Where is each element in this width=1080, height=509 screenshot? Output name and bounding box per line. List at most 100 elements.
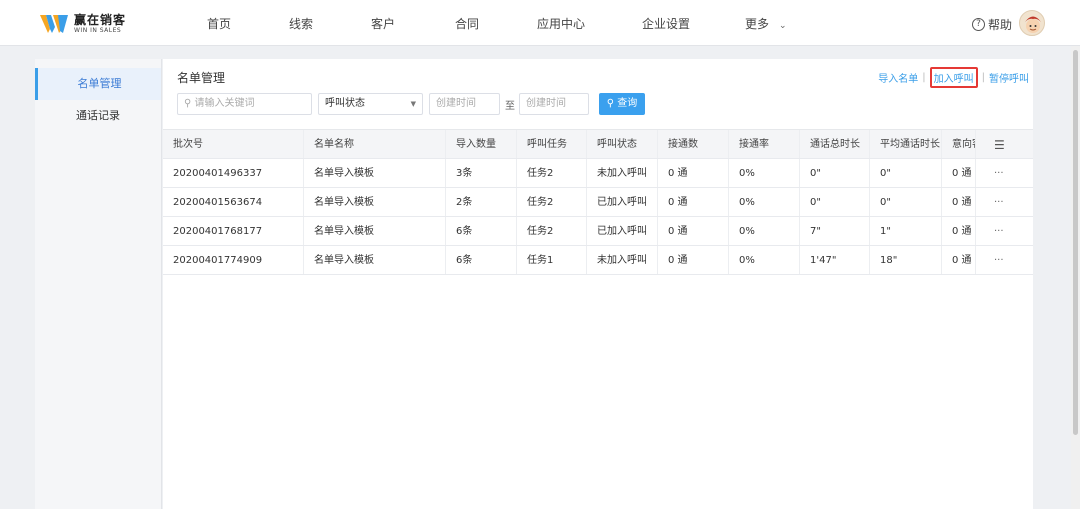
cell-avg-duration: 0" [870,159,942,187]
nav-more-label: 更多 [745,17,770,31]
cell-list-name: 名单导入模板 [304,188,446,216]
cell-batch-no: 20200401563674 [163,188,304,216]
cell-avg-duration: 0" [870,188,942,216]
cell-intent: 0 通 [942,188,976,216]
cell-import-count: 6条 [446,246,517,274]
row-more-button[interactable]: ··· [976,159,1033,187]
col-connect-rate[interactable]: 接通率 [729,130,800,158]
col-call-task[interactable]: 呼叫任务 [517,130,587,158]
cell-batch-no: 20200401768177 [163,217,304,245]
question-icon: ? [972,18,985,31]
cell-connect-rate: 0% [729,246,800,274]
cell-call-task: 任务2 [517,188,587,216]
page-title: 名单管理 [177,71,226,85]
cell-call-status: 未加入呼叫 [587,246,658,274]
cell-total-duration: 0" [800,159,870,187]
cell-call-task: 任务2 [517,159,587,187]
cell-connected: 0 通 [658,217,729,245]
col-call-status[interactable]: 呼叫状态 [587,130,658,158]
table-row[interactable]: 20200401563674 名单导入模板 2条 任务2 已加入呼叫 0 通 0% 0" 0" 0… [163,188,1033,217]
help-label: 帮助 [988,18,1013,32]
col-import-count[interactable]: 导入数量 [446,130,517,158]
call-status-select[interactable]: 呼叫状态 ▼ [318,93,423,115]
col-avg-duration[interactable]: 平均通话时长 [870,130,942,158]
pause-call-link[interactable]: 暂停呼叫 [989,70,1029,85]
cell-intent: 0 通 [942,217,976,245]
call-status-value: 呼叫状态 [325,98,365,109]
cell-list-name: 名单导入模板 [304,217,446,245]
row-more-button[interactable]: ··· [976,217,1033,245]
more-icon: ··· [994,197,1004,208]
nav-leads[interactable]: 线索 [289,15,313,32]
start-date-input[interactable]: 创建时间 [429,93,500,115]
nav-enterprise-settings[interactable]: 企业设置 [642,15,690,32]
col-batch-no[interactable]: 批次号 [163,130,304,158]
sidebar-item-call-records[interactable]: 通话记录 [35,100,161,132]
nav-contracts[interactable]: 合同 [455,15,479,32]
end-date-placeholder: 创建时间 [526,98,566,109]
column-settings-button[interactable]: ☰ [976,130,1033,158]
sidebar-item-list-management[interactable]: 名单管理 [35,68,161,100]
nav-customers[interactable]: 客户 [371,15,395,32]
row-more-button[interactable]: ··· [976,246,1033,274]
start-date-placeholder: 创建时间 [436,98,476,109]
nav-app-center[interactable]: 应用中心 [537,15,585,32]
cell-connected: 0 通 [658,188,729,216]
main-panel: 名单管理 导入名单 | 加入呼叫 | 暂停呼叫 ⚲ 请输入关键词 呼叫状态 ▼ … [163,59,1033,509]
cell-connect-rate: 0% [729,159,800,187]
keyword-search-input[interactable]: ⚲ 请输入关键词 [177,93,312,115]
action-divider: | [922,72,926,83]
action-divider: | [981,72,985,83]
cell-total-duration: 0" [800,188,870,216]
table-header-row: 批次号 名单名称 导入数量 呼叫任务 呼叫状态 接通数 接通率 通话总时长 平均… [163,129,1033,159]
cell-avg-duration: 18" [870,246,942,274]
search-icon: ⚲ [606,98,615,109]
brand-tagline: WIN IN SALES [74,27,122,34]
date-range-separator: 至 [505,101,515,112]
top-bar: 赢在销客 WIN IN SALES 首页 线索 客户 合同 应用中心 企业设置 … [0,0,1080,46]
row-more-button[interactable]: ··· [976,188,1033,216]
header-actions: 导入名单 | 加入呼叫 | 暂停呼叫 [878,67,1029,88]
cell-total-duration: 1'47" [800,246,870,274]
table-row[interactable]: 20200401768177 名单导入模板 6条 任务2 已加入呼叫 0 通 0% 7" 1" 0… [163,217,1033,246]
help-link[interactable]: ? 帮助 [972,16,1012,33]
logo-w-icon [40,13,70,35]
cell-connected: 0 通 [658,159,729,187]
table-row[interactable]: 20200401774909 名单导入模板 6条 任务1 未加入呼叫 0 通 0% 1'47"… [163,246,1033,275]
cell-intent: 0 通 [942,159,976,187]
chevron-down-icon: ⌄ [779,21,787,31]
query-button[interactable]: ⚲ 查询 [599,93,645,115]
cell-call-status: 已加入呼叫 [587,188,658,216]
list-icon: ☰ [994,138,1005,152]
cell-avg-duration: 1" [870,217,942,245]
keyword-placeholder: 请输入关键词 [194,98,255,109]
col-total-duration[interactable]: 通话总时长 [800,130,870,158]
cell-call-status: 未加入呼叫 [587,159,658,187]
col-connected[interactable]: 接通数 [658,130,729,158]
brand-logo[interactable]: 赢在销客 WIN IN SALES [40,12,126,36]
cell-batch-no: 20200401774909 [163,246,304,274]
avatar[interactable] [1019,10,1045,36]
cell-intent: 0 通 [942,246,976,274]
table-row[interactable]: 20200401496337 名单导入模板 3条 任务2 未加入呼叫 0 通 0% 0" 0" 0… [163,159,1033,188]
col-intent[interactable]: 意向客 [942,130,976,158]
query-button-label: 查询 [617,98,638,109]
cell-connected: 0 通 [658,246,729,274]
cell-list-name: 名单导入模板 [304,159,446,187]
import-list-link[interactable]: 导入名单 [878,70,918,85]
col-list-name[interactable]: 名单名称 [304,130,446,158]
caret-down-icon: ▼ [410,100,416,108]
page-scrollbar-thumb[interactable] [1073,50,1078,435]
cell-call-task: 任务1 [517,246,587,274]
more-icon: ··· [994,226,1004,237]
list-table: 批次号 名单名称 导入数量 呼叫任务 呼叫状态 接通数 接通率 通话总时长 平均… [163,129,1033,275]
end-date-input[interactable]: 创建时间 [519,93,589,115]
cell-connect-rate: 0% [729,217,800,245]
nav-more[interactable]: 更多 ⌄ [745,15,787,32]
cell-import-count: 3条 [446,159,517,187]
cell-batch-no: 20200401496337 [163,159,304,187]
add-call-link[interactable]: 加入呼叫 [929,67,978,88]
more-icon: ··· [994,168,1004,179]
nav-home[interactable]: 首页 [207,15,231,32]
sidebar: 名单管理 通话记录 [35,59,162,509]
